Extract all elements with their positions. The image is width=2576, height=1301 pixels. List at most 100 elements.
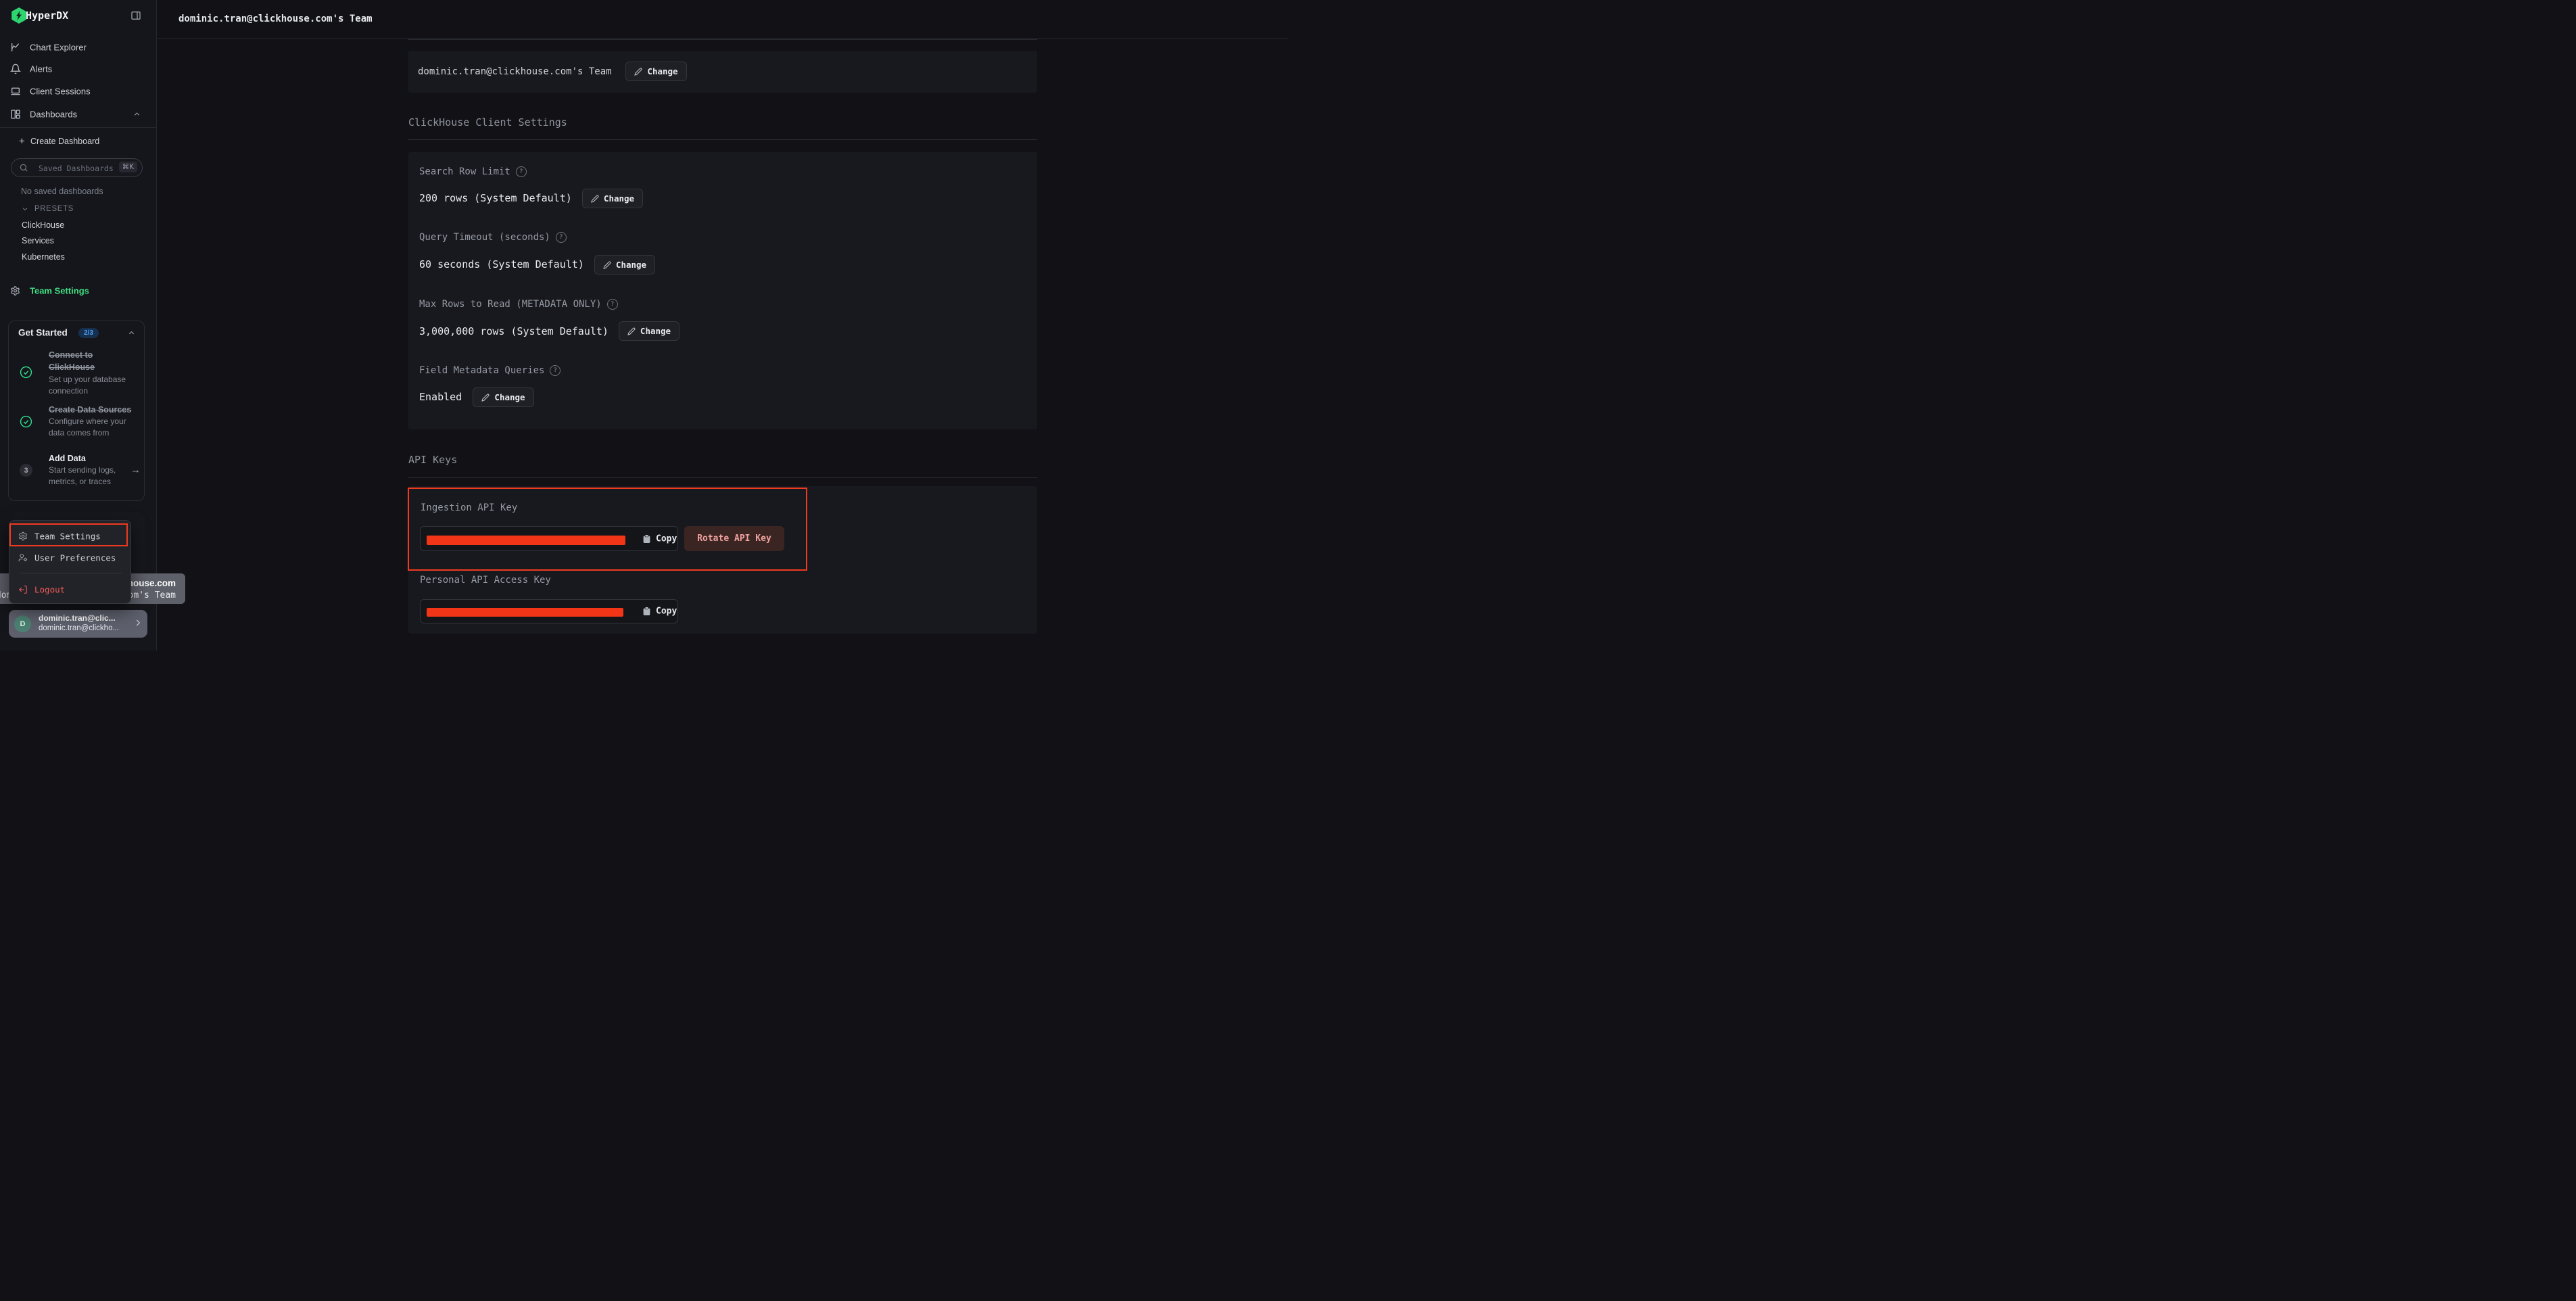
user-gear-icon xyxy=(18,553,28,563)
menu-item-user-preferences[interactable]: User Preferences xyxy=(9,548,130,567)
query-timeout-value: 60 seconds (System Default) xyxy=(419,258,584,270)
create-dashboard-button[interactable]: + Create Dashboard xyxy=(0,132,156,151)
step-description: data comes from xyxy=(49,428,109,437)
copy-button-label: Copy xyxy=(656,607,677,617)
sidebar-item-kubernetes[interactable]: Kubernetes xyxy=(22,252,65,262)
copy-personal-key-button[interactable]: Copy xyxy=(642,607,677,617)
step-description: Configure where your xyxy=(49,417,126,426)
change-field-metadata-button[interactable]: Change xyxy=(473,387,534,407)
search-input[interactable] xyxy=(37,160,120,176)
pencil-icon xyxy=(481,394,490,402)
sidebar-item-label: Alerts xyxy=(30,64,52,74)
help-icon[interactable]: ? xyxy=(516,166,527,177)
sidebar-divider xyxy=(0,127,156,128)
change-search-row-limit-button[interactable]: Change xyxy=(582,189,643,208)
client-settings-panel: Search Row Limit ? 200 rows (System Defa… xyxy=(408,152,1037,429)
help-icon[interactable]: ? xyxy=(556,232,567,243)
page-header: dominic.tran@clickhouse.com's Team xyxy=(157,0,1288,39)
get-started-card: Get Started 2/3 Connect to ClickHouse Se… xyxy=(8,321,145,501)
laptop-icon xyxy=(10,86,21,97)
step-title: Create Data Sources xyxy=(49,405,131,415)
hyperdx-logo-icon xyxy=(11,7,27,24)
annotation-rectangle-team-settings xyxy=(9,523,128,546)
api-keys-section-title: API Keys xyxy=(408,454,457,466)
change-button-label: Change xyxy=(616,260,646,270)
setting-row-label: Search Row Limit ? xyxy=(419,166,527,177)
gear-icon xyxy=(10,286,20,296)
sidebar-item-label: Dashboards xyxy=(30,110,77,120)
section-divider xyxy=(408,477,1037,478)
pencil-icon xyxy=(591,195,599,203)
step-description: Start sending logs, xyxy=(49,465,116,475)
team-name-value: dominic.tran@clickhouse.com's Team xyxy=(418,66,612,77)
redacted-api-key xyxy=(427,608,623,617)
presets-toggle[interactable]: PRESETS xyxy=(0,202,156,216)
step-number-badge: 3 xyxy=(20,464,32,477)
help-icon[interactable]: ? xyxy=(607,299,618,310)
sidebar-item-services[interactable]: Services xyxy=(22,236,54,245)
change-button-label: Change xyxy=(640,326,671,336)
sidebar-item-client-sessions[interactable]: Client Sessions xyxy=(0,82,156,101)
presets-label: PRESETS xyxy=(34,205,74,213)
search-row-limit-label: Search Row Limit xyxy=(419,166,510,177)
menu-item-label: Logout xyxy=(34,585,65,595)
pencil-icon xyxy=(634,68,642,76)
step-description: metrics, or traces xyxy=(49,477,111,486)
sidebar-item-dashboards[interactable]: Dashboards xyxy=(0,105,156,124)
client-settings-section-title: ClickHouse Client Settings xyxy=(408,116,567,128)
step-description: connection xyxy=(49,386,88,396)
saved-dashboards-search[interactable]: ⌘K xyxy=(11,158,143,177)
max-rows-label: Max Rows to Read (METADATA ONLY) xyxy=(419,299,602,310)
sidebar-item-clickhouse[interactable]: ClickHouse xyxy=(22,220,64,230)
field-metadata-label: Field Metadata Queries xyxy=(419,365,544,376)
menu-item-logout[interactable]: Logout xyxy=(9,580,130,599)
change-team-name-button[interactable]: Change xyxy=(625,62,687,81)
collapse-sidebar-icon[interactable] xyxy=(130,10,141,21)
setting-row-label: Max Rows to Read (METADATA ONLY) ? xyxy=(419,299,618,310)
user-email: dominic.tran@clickho... xyxy=(39,624,119,632)
sidebar-item-chart-explorer[interactable]: Chart Explorer xyxy=(0,38,156,57)
brand-name: HyperDX xyxy=(26,9,68,22)
chart-explorer-icon xyxy=(10,42,21,53)
step-title: Connect to xyxy=(49,350,93,360)
max-rows-value: 3,000,000 rows (System Default) xyxy=(419,325,609,337)
setting-row-label: Field Metadata Queries ? xyxy=(419,365,560,376)
change-button-label: Change xyxy=(604,193,634,204)
plus-icon: + xyxy=(19,137,25,147)
annotation-rectangle-ingestion-key xyxy=(408,488,807,571)
personal-api-key-label: Personal API Access Key xyxy=(420,575,551,586)
dashboards-icon xyxy=(10,109,21,120)
section-divider xyxy=(408,139,1037,140)
progress-badge: 2/3 xyxy=(78,328,99,338)
setting-row-label: Query Timeout (seconds) ? xyxy=(419,232,567,243)
arrow-right-icon[interactable]: → xyxy=(130,465,141,476)
pencil-icon xyxy=(603,261,611,269)
clipboard-icon xyxy=(642,607,651,617)
chevron-up-icon xyxy=(133,111,141,118)
page-title: dominic.tran@clickhouse.com's Team xyxy=(178,14,373,24)
search-row-limit-value: 200 rows (System Default) xyxy=(419,192,572,204)
team-settings-label: Team Settings xyxy=(30,286,89,296)
sidebar-item-team-settings[interactable]: Team Settings xyxy=(0,281,156,300)
query-timeout-label: Query Timeout (seconds) xyxy=(419,232,550,243)
pencil-icon xyxy=(627,327,636,335)
change-max-rows-button[interactable]: Change xyxy=(619,321,679,341)
help-icon[interactable]: ? xyxy=(550,365,560,376)
menu-item-label: User Preferences xyxy=(34,553,116,563)
personal-api-key-box: Copy xyxy=(420,599,678,623)
user-profile-chip[interactable]: D dominic.tran@clic... dominic.tran@clic… xyxy=(9,610,147,638)
change-button-label: Change xyxy=(647,66,677,76)
user-name: dominic.tran@clic... xyxy=(39,613,116,623)
field-metadata-value: Enabled xyxy=(419,391,462,403)
change-button-label: Change xyxy=(494,392,525,402)
chevron-up-icon[interactable] xyxy=(128,329,135,337)
sidebar-item-alerts[interactable]: Alerts xyxy=(0,60,156,78)
team-name-panel: dominic.tran@clickhouse.com's Team Chang… xyxy=(408,51,1037,93)
check-circle-icon xyxy=(20,366,32,379)
chevron-down-icon xyxy=(22,206,28,212)
step-title: Add Data xyxy=(49,454,86,463)
chevron-right-icon xyxy=(133,618,143,628)
get-started-title: Get Started xyxy=(18,328,68,338)
change-query-timeout-button[interactable]: Change xyxy=(594,255,655,275)
sidebar-item-label: Client Sessions xyxy=(30,87,91,97)
